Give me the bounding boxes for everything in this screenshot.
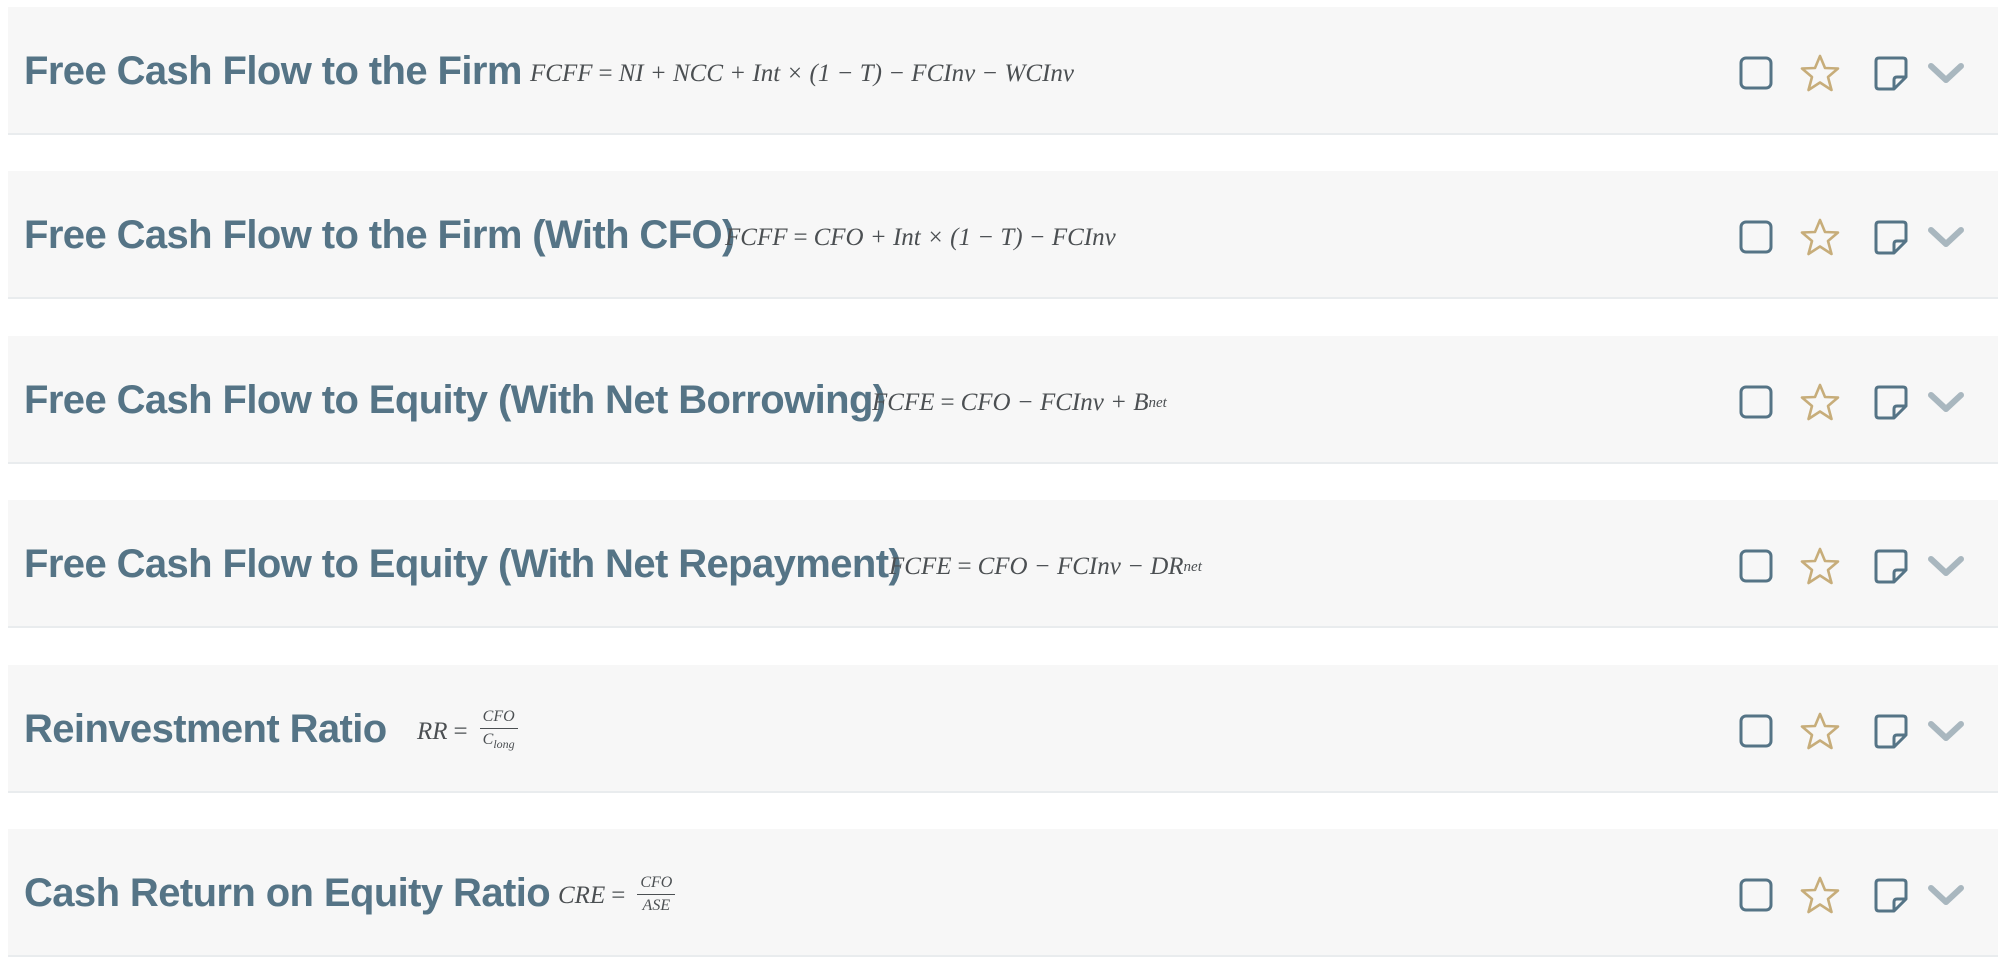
checkbox-icon[interactable] (1736, 53, 1776, 93)
card-actions (1718, 829, 1998, 957)
formula-rhs: CFO − FCInv + B (960, 389, 1149, 416)
chevron-down-icon[interactable] (1926, 53, 1966, 93)
formula-equals: = (611, 882, 626, 909)
star-icon[interactable] (1800, 53, 1840, 93)
formula-subscript: net (1183, 558, 1202, 575)
chevron-down-icon[interactable] (1926, 711, 1966, 751)
checkbox-icon[interactable] (1736, 217, 1776, 257)
card-actions (1718, 665, 1998, 793)
note-icon[interactable] (1870, 546, 1910, 586)
formula-lhs: FCFE (872, 389, 935, 416)
card-actions (1718, 171, 1998, 299)
star-icon[interactable] (1800, 711, 1840, 751)
note-icon[interactable] (1870, 217, 1910, 257)
note-icon[interactable] (1870, 711, 1910, 751)
fraction-denominator: Clong (480, 729, 518, 754)
formula-card[interactable]: Cash Return on Equity Ratio CRE = CFO AS… (8, 829, 1998, 957)
note-icon[interactable] (1870, 875, 1910, 915)
checkbox-icon[interactable] (1736, 711, 1776, 751)
formula-equals: = (793, 224, 808, 251)
formula-equals: = (957, 553, 972, 580)
star-icon[interactable] (1800, 875, 1840, 915)
checkbox-icon[interactable] (1736, 875, 1776, 915)
formula-equals: = (940, 389, 955, 416)
card-actions (1718, 336, 1998, 464)
formula-expression: RR = CFO Clong (417, 665, 518, 793)
star-icon[interactable] (1800, 382, 1840, 422)
chevron-down-icon[interactable] (1926, 382, 1966, 422)
formula-subscript: net (1148, 394, 1167, 411)
fraction-numerator: CFO (637, 873, 676, 895)
formula-expression: FCFF = NI + NCC + Int × (1 − T) − FCInv … (530, 7, 1074, 135)
formula-rhs: CFO + Int × (1 − T) − FCInv (813, 224, 1116, 251)
formula-lhs: RR (417, 718, 448, 745)
formula-expression: CRE = CFO ASE (558, 829, 676, 957)
formula-title: Cash Return on Equity Ratio (24, 871, 551, 915)
fraction-numerator: CFO (479, 707, 518, 729)
formula-card[interactable]: Free Cash Flow to Equity (With Net Borro… (8, 336, 1998, 464)
formula-fraction: CFO Clong (479, 707, 518, 754)
formula-list: Free Cash Flow to the Firm FCFF = NI + N… (0, 0, 2009, 969)
formula-card[interactable]: Reinvestment Ratio RR = CFO Clong (8, 665, 1998, 793)
formula-expression: FCFF = CFO + Int × (1 − T) − FCInv (725, 171, 1116, 299)
formula-card[interactable]: Free Cash Flow to Equity (With Net Repay… (8, 500, 1998, 628)
formula-title: Free Cash Flow to the Firm (24, 49, 522, 93)
formula-lhs: CRE (558, 882, 606, 909)
formula-equals: = (598, 60, 613, 87)
card-actions (1718, 500, 1998, 628)
note-icon[interactable] (1870, 53, 1910, 93)
checkbox-icon[interactable] (1736, 546, 1776, 586)
formula-equals: = (453, 718, 468, 745)
formula-lhs: FCFE (889, 553, 952, 580)
chevron-down-icon[interactable] (1926, 217, 1966, 257)
formula-lhs: FCFF (530, 60, 593, 87)
checkbox-icon[interactable] (1736, 382, 1776, 422)
star-icon[interactable] (1800, 217, 1840, 257)
formula-fraction: CFO ASE (637, 873, 676, 916)
formula-lhs: FCFF (725, 224, 788, 251)
formula-title: Free Cash Flow to the Firm (With CFO) (24, 213, 735, 257)
fraction-denominator: ASE (642, 896, 671, 914)
formula-rhs: CFO − FCInv − DR (977, 553, 1184, 580)
formula-title: Free Cash Flow to Equity (With Net Repay… (24, 542, 902, 586)
card-actions (1718, 7, 1998, 135)
formula-expression: FCFE = CFO − FCInv − DR net (889, 500, 1202, 628)
chevron-down-icon[interactable] (1926, 875, 1966, 915)
formula-card[interactable]: Free Cash Flow to the Firm (With CFO) FC… (8, 171, 1998, 299)
formula-rhs: NI + NCC + Int × (1 − T) − FCInv − WCInv (618, 60, 1074, 87)
formula-title: Free Cash Flow to Equity (With Net Borro… (24, 378, 886, 422)
denominator-base: C (482, 730, 494, 748)
chevron-down-icon[interactable] (1926, 546, 1966, 586)
denominator-subscript: long (493, 736, 515, 751)
formula-expression: FCFE = CFO − FCInv + Bnet (872, 336, 1167, 464)
formula-title: Reinvestment Ratio (24, 707, 387, 751)
star-icon[interactable] (1800, 546, 1840, 586)
note-icon[interactable] (1870, 382, 1910, 422)
formula-card[interactable]: Free Cash Flow to the Firm FCFF = NI + N… (8, 7, 1998, 135)
